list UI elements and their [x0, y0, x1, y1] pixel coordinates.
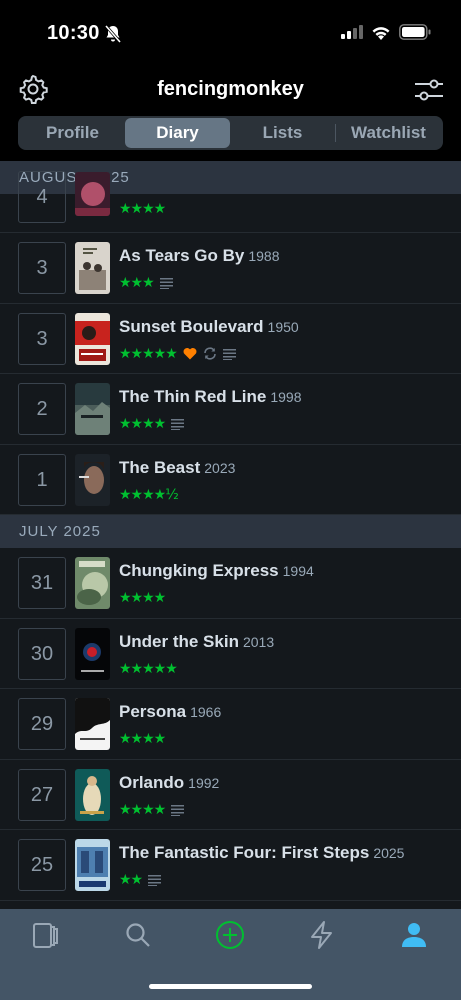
battery-icon	[399, 24, 431, 40]
film-poster	[75, 698, 110, 750]
diary-entry[interactable]: 1 The Beast 2023 ★★★★½	[0, 445, 461, 515]
film-year: 1998	[270, 389, 302, 405]
liked-heart-icon	[183, 347, 197, 360]
profile-header: fencingmonkey Profile Diary Lists Watchl…	[0, 64, 461, 161]
search-icon[interactable]	[123, 920, 153, 950]
film-year: 2025	[373, 845, 405, 861]
diary-entry[interactable]: 29 Persona 1966 ★★★★	[0, 689, 461, 760]
film-poster	[75, 839, 110, 891]
film-title: As Tears Go By	[119, 246, 245, 265]
film-year: 1992	[188, 774, 220, 791]
star-rating: ★★	[119, 872, 143, 888]
tab-diary[interactable]: Diary	[125, 118, 230, 148]
film-poster	[75, 768, 110, 821]
film-poster	[75, 383, 110, 435]
film-title: Under the Skin	[119, 631, 239, 651]
tab-profile[interactable]: Profile	[20, 118, 125, 148]
diary-day: 4	[18, 171, 66, 223]
star-rating: ★★★★	[119, 416, 166, 432]
status-bar: 10:30	[0, 0, 461, 64]
star-rating: ★★★★★	[119, 660, 178, 677]
diary-entry[interactable]: 31 Chungking Express 1994 ★★★★	[0, 548, 461, 619]
film-year: 1994	[282, 563, 314, 579]
star-rating: ★★★★★	[119, 345, 178, 362]
film-title: The Fantastic Four: First Steps	[119, 843, 370, 862]
star-rating: ★★★★	[119, 590, 166, 606]
review-lines-icon	[171, 419, 185, 430]
film-year: 2023	[204, 459, 236, 476]
star-rating: ★★★★	[119, 731, 166, 747]
diary-day: 3	[18, 242, 66, 294]
film-poster	[75, 312, 110, 365]
diary-day: 2	[18, 383, 66, 435]
star-rating: ★★★★½	[119, 486, 179, 503]
wifi-icon	[372, 26, 390, 40]
film-title: The Beast	[119, 457, 201, 477]
diary-day: 25	[18, 839, 66, 891]
film-poster	[75, 172, 110, 216]
film-poster	[75, 557, 110, 609]
month-header: JULY 2025	[0, 515, 461, 548]
profile-username: fencingmonkey	[157, 78, 304, 100]
films-icon[interactable]	[31, 920, 61, 950]
bell-muted-icon	[104, 25, 122, 43]
film-poster	[75, 453, 110, 506]
film-title: Sunset Boulevard	[119, 316, 264, 336]
diary-entry[interactable]: 3 Sunset Boulevard 1950 ★★★★★	[0, 304, 461, 374]
tab-lists[interactable]: Lists	[230, 118, 335, 148]
review-lines-icon	[148, 875, 162, 886]
rewatch-icon	[203, 347, 216, 360]
film-title: The Thin Red Line	[119, 387, 267, 406]
diary-day: 3	[18, 312, 66, 365]
diary-day: 31	[18, 557, 66, 609]
profile-tabs: Profile Diary Lists Watchlist	[18, 116, 443, 150]
home-indicator	[149, 984, 312, 989]
film-year: 1988	[248, 248, 280, 264]
review-lines-icon	[171, 804, 185, 816]
diary-entry[interactable]: 4 ★★★★	[0, 171, 461, 233]
diary-day: 30	[18, 627, 66, 680]
diary-entry[interactable]: 30 Under the Skin 2013 ★★★★★	[0, 619, 461, 689]
film-title: Persona	[119, 702, 187, 721]
diary-day: 27	[18, 768, 66, 821]
film-poster	[75, 242, 110, 294]
film-year: 2013	[242, 633, 275, 650]
filter-sliders-icon[interactable]	[413, 76, 445, 104]
review-lines-icon	[159, 278, 173, 289]
film-year: 1966	[190, 704, 222, 720]
month-header: AUGUST 2025	[0, 161, 461, 194]
review-lines-icon	[222, 348, 236, 360]
diary-entry[interactable]: 2 The Thin Red Line 1998 ★★★★	[0, 374, 461, 445]
diary-entry[interactable]: 3 As Tears Go By 1988 ★★★	[0, 233, 461, 304]
tab-watchlist[interactable]: Watchlist	[336, 118, 441, 148]
diary-list[interactable]: AUGUST 2025 4 ★★★★ 3 As Tears Go By 1988 …	[0, 161, 461, 909]
diary-day: 1	[18, 453, 66, 506]
film-year: 1950	[267, 318, 299, 335]
star-rating: ★★★	[119, 275, 155, 291]
film-title: Orlando	[119, 772, 185, 792]
film-poster	[75, 627, 110, 680]
status-time: 10:30	[47, 22, 100, 44]
star-rating: ★★★★	[119, 201, 166, 217]
activity-icon[interactable]	[307, 920, 337, 950]
diary-entry[interactable]: 27 Orlando 1992 ★★★★	[0, 760, 461, 830]
star-rating: ★★★★	[119, 801, 166, 818]
add-icon[interactable]	[215, 920, 245, 950]
profile-icon[interactable]	[399, 920, 429, 950]
film-title: Chungking Express	[119, 561, 279, 580]
diary-entry[interactable]: 25 The Fantastic Four: First Steps 2025 ★…	[0, 830, 461, 901]
diary-entry[interactable]	[0, 901, 461, 910]
diary-day: 29	[18, 698, 66, 750]
cellular-signal-icon	[341, 25, 363, 39]
